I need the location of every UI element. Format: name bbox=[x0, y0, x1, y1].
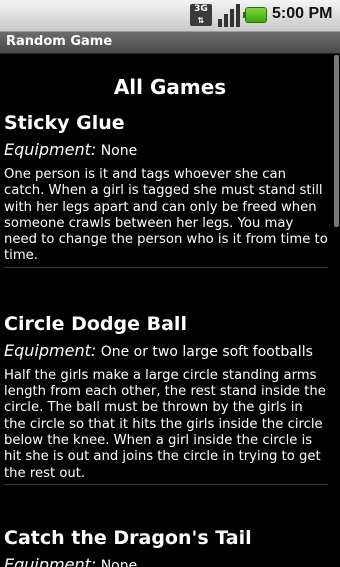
equipment-value: None bbox=[100, 143, 138, 159]
games-list[interactable]: All Games Sticky Glue Equipment: None On… bbox=[0, 55, 340, 567]
equipment-label: Equipment: bbox=[4, 340, 97, 360]
network-label: 3G bbox=[194, 4, 208, 14]
scrollbar[interactable] bbox=[334, 55, 339, 227]
clock: 5:00 PM bbox=[272, 5, 333, 22]
game-title: Sticky Glue bbox=[4, 112, 125, 134]
app-title: Random Game bbox=[6, 34, 113, 49]
game-equipment: Equipment: None bbox=[4, 555, 328, 567]
game-description: One person is it and tags whoever she ca… bbox=[4, 167, 328, 264]
equipment-label: Equipment: bbox=[4, 554, 97, 567]
game-description: Half the girls make a large circle stand… bbox=[4, 367, 326, 481]
game-item[interactable]: Circle Dodge Ball Equipment: One or two … bbox=[0, 313, 328, 482]
game-equipment: Equipment: None bbox=[4, 140, 328, 159]
game-title: Circle Dodge Ball bbox=[4, 312, 187, 335]
game-title: Catch the Dragon's Tail bbox=[4, 526, 252, 549]
equipment-value: One or two large soft footballs bbox=[100, 343, 313, 360]
network-3g-icon: 3G ⇅ bbox=[190, 4, 212, 26]
game-equipment: Equipment: One or two large soft footbal… bbox=[4, 341, 328, 360]
status-bar: 3G ⇅ 5:00 PM bbox=[0, 0, 340, 32]
app-title-bar: Random Game bbox=[0, 32, 340, 54]
equipment-label: Equipment: bbox=[4, 140, 97, 159]
signal-strength-icon bbox=[218, 4, 240, 27]
battery-charging-icon bbox=[243, 7, 267, 23]
equipment-value: None bbox=[100, 557, 138, 567]
game-item[interactable]: Sticky Glue Equipment: None One person i… bbox=[0, 112, 328, 265]
page-heading: All Games bbox=[113, 75, 227, 99]
game-item[interactable]: Catch the Dragon's Tail Equipment: None bbox=[0, 527, 328, 567]
